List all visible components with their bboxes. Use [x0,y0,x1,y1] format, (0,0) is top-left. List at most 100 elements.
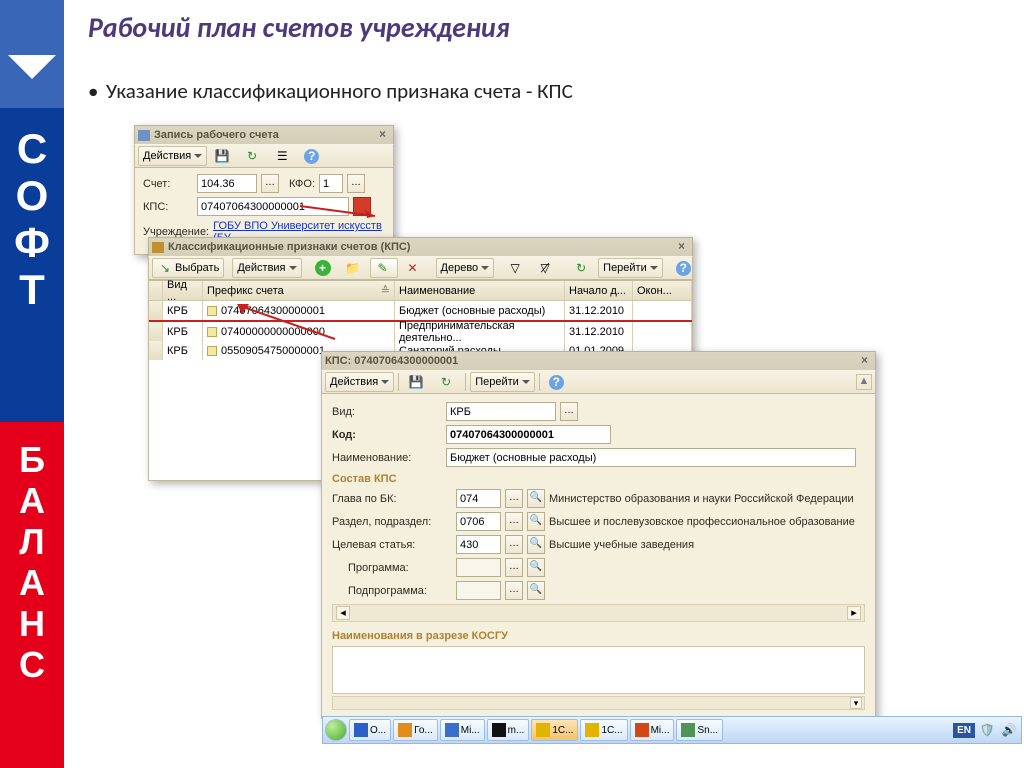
hscroll-bar[interactable]: ◂ ▸ [332,604,865,622]
help-button[interactable]: ? [671,258,698,278]
actions-button[interactable]: Действия [325,372,394,392]
podprog-lookup-button[interactable]: 🔍 [527,581,545,600]
razdel-text: Высшее и послевузовское профессиональное… [549,516,855,528]
add-folder-button[interactable]: 📁 [340,258,368,278]
kosgu-list[interactable] [332,646,865,694]
window-icon [152,242,164,253]
goto-button[interactable]: Перейти [470,372,535,392]
close-icon[interactable]: × [375,128,390,142]
prog-label: Программа: [332,562,452,574]
toolbar: Действия 💾 ↻ Перейти ? ▲ [321,370,876,394]
vid-label: Вид: [332,406,442,418]
kps-input[interactable] [197,197,349,216]
hscroll-bar[interactable]: ▾ [332,696,865,710]
add-button[interactable]: + [310,258,338,278]
razdel-lookup-button[interactable]: 🔍 [527,512,545,531]
vid-picker-button[interactable]: … [560,402,578,421]
taskbar-item[interactable]: Sn... [676,719,723,741]
start-button[interactable] [325,719,347,741]
account-label: Счет: [143,178,193,190]
col-vid[interactable]: Вид ... [163,281,203,300]
system-tray[interactable]: EN 🛡️ 🔊 [953,722,1019,738]
razdel-picker-button[interactable]: … [505,512,523,531]
toolbar: Действия 💾 ↻ ☰ ? [134,144,394,168]
window-kps-card: КПС: 07407064300000001 × Действия 💾 ↻ Пе… [321,351,876,719]
prog-picker-button[interactable]: … [505,558,523,577]
scroll-right-button[interactable]: ▸ [847,606,861,620]
tree-button[interactable]: Дерево [436,258,495,278]
slide-title: Рабочий план счетов учреждения [88,10,510,45]
cel-lookup-button[interactable]: 🔍 [527,535,545,554]
account-picker-button[interactable]: … [261,174,279,193]
select-button[interactable]: ↘Выбрать [152,258,224,278]
taskbar-item[interactable]: Mi... [630,719,675,741]
col-start[interactable]: Начало д... [565,281,633,300]
razdel-input[interactable] [456,512,501,531]
vid-input[interactable] [446,402,556,421]
taskbar-item[interactable]: m... [487,719,530,741]
col-name[interactable]: Наименование [395,281,565,300]
glava-lookup-button[interactable]: 🔍 [527,489,545,508]
language-indicator[interactable]: EN [953,723,975,738]
copy-button[interactable]: ↻ [239,146,267,166]
taskbar-item[interactable]: Mi... [440,719,485,741]
kps-picker-button[interactable] [353,197,371,216]
filter-button[interactable]: ▽ [502,258,530,278]
kfo-picker-button[interactable]: … [347,174,365,193]
edit-button[interactable]: ✎ [370,258,398,278]
actions-button[interactable]: Действия [232,258,301,278]
refresh-button[interactable]: ↻ [568,258,596,278]
slide-bullet: Указание классификационного признака сче… [106,78,573,104]
code-label: Код: [332,429,442,441]
copy-button[interactable]: ↻ [433,372,461,392]
delete-button[interactable]: ✕ [400,258,428,278]
kps-label: КПС: [143,201,193,213]
section-kosgu: Наименования в разрезе КОСГУ [332,630,865,642]
actions-button[interactable]: Действия [138,146,207,166]
folder-icon [207,346,217,356]
print-button[interactable]: ☰ [269,146,297,166]
prog-lookup-button[interactable]: 🔍 [527,558,545,577]
name-input[interactable] [446,448,856,467]
title-bar[interactable]: КПС: 07407064300000001 × [321,351,876,370]
glava-picker-button[interactable]: … [505,489,523,508]
collapse-button[interactable]: ▲ [856,374,872,390]
taskbar-item[interactable]: 1C... [531,719,578,741]
title-bar[interactable]: Запись рабочего счета × [134,125,394,144]
kfo-input[interactable] [319,174,343,193]
chevron-down-icon [8,55,56,87]
prog-input[interactable] [456,558,501,577]
name-label: Наименование: [332,452,442,464]
goto-button[interactable]: Перейти [598,258,663,278]
cel-input[interactable] [456,535,501,554]
brand-balans: БАЛАНС [0,422,64,768]
taskbar-item[interactable]: 1C... [580,719,627,741]
col-end[interactable]: Окон... [633,281,692,300]
glava-input[interactable] [456,489,501,508]
cel-picker-button[interactable]: … [505,535,523,554]
close-icon[interactable]: × [674,240,689,254]
code-input[interactable] [446,425,611,444]
col-prefix[interactable]: Префикс счета≙ [203,281,395,300]
table-row[interactable]: КРБ 07400000000000000 Предпринимательска… [149,322,692,341]
taskbar-item[interactable]: O... [349,719,391,741]
taskbar-item[interactable]: Го... [393,719,438,741]
close-icon[interactable]: × [857,354,872,368]
volume-icon[interactable]: 🔊 [1001,722,1017,738]
title-bar[interactable]: Классификационные признаки счетов (КПС) … [148,237,693,256]
podprog-input[interactable] [456,581,501,600]
help-button[interactable]: ? [299,146,326,166]
podprog-picker-button[interactable]: … [505,581,523,600]
table-row[interactable]: КРБ 07407064300000001 Бюджет (основные р… [149,301,692,320]
save-button[interactable]: 💾 [209,146,237,166]
razdel-label: Раздел, подраздел: [332,516,452,528]
clear-filter-button[interactable]: ▽̸ [532,258,560,278]
scroll-left-button[interactable]: ◂ [336,606,350,620]
table-header: Вид ... Префикс счета≙ Наименование Нача… [149,281,692,301]
glava-label: Глава по БК: [332,493,452,505]
account-input[interactable] [197,174,257,193]
scroll-down-button[interactable]: ▾ [850,697,862,709]
save-button[interactable]: 💾 [403,372,431,392]
help-button[interactable]: ? [544,372,571,392]
shield-icon[interactable]: 🛡️ [979,722,995,738]
